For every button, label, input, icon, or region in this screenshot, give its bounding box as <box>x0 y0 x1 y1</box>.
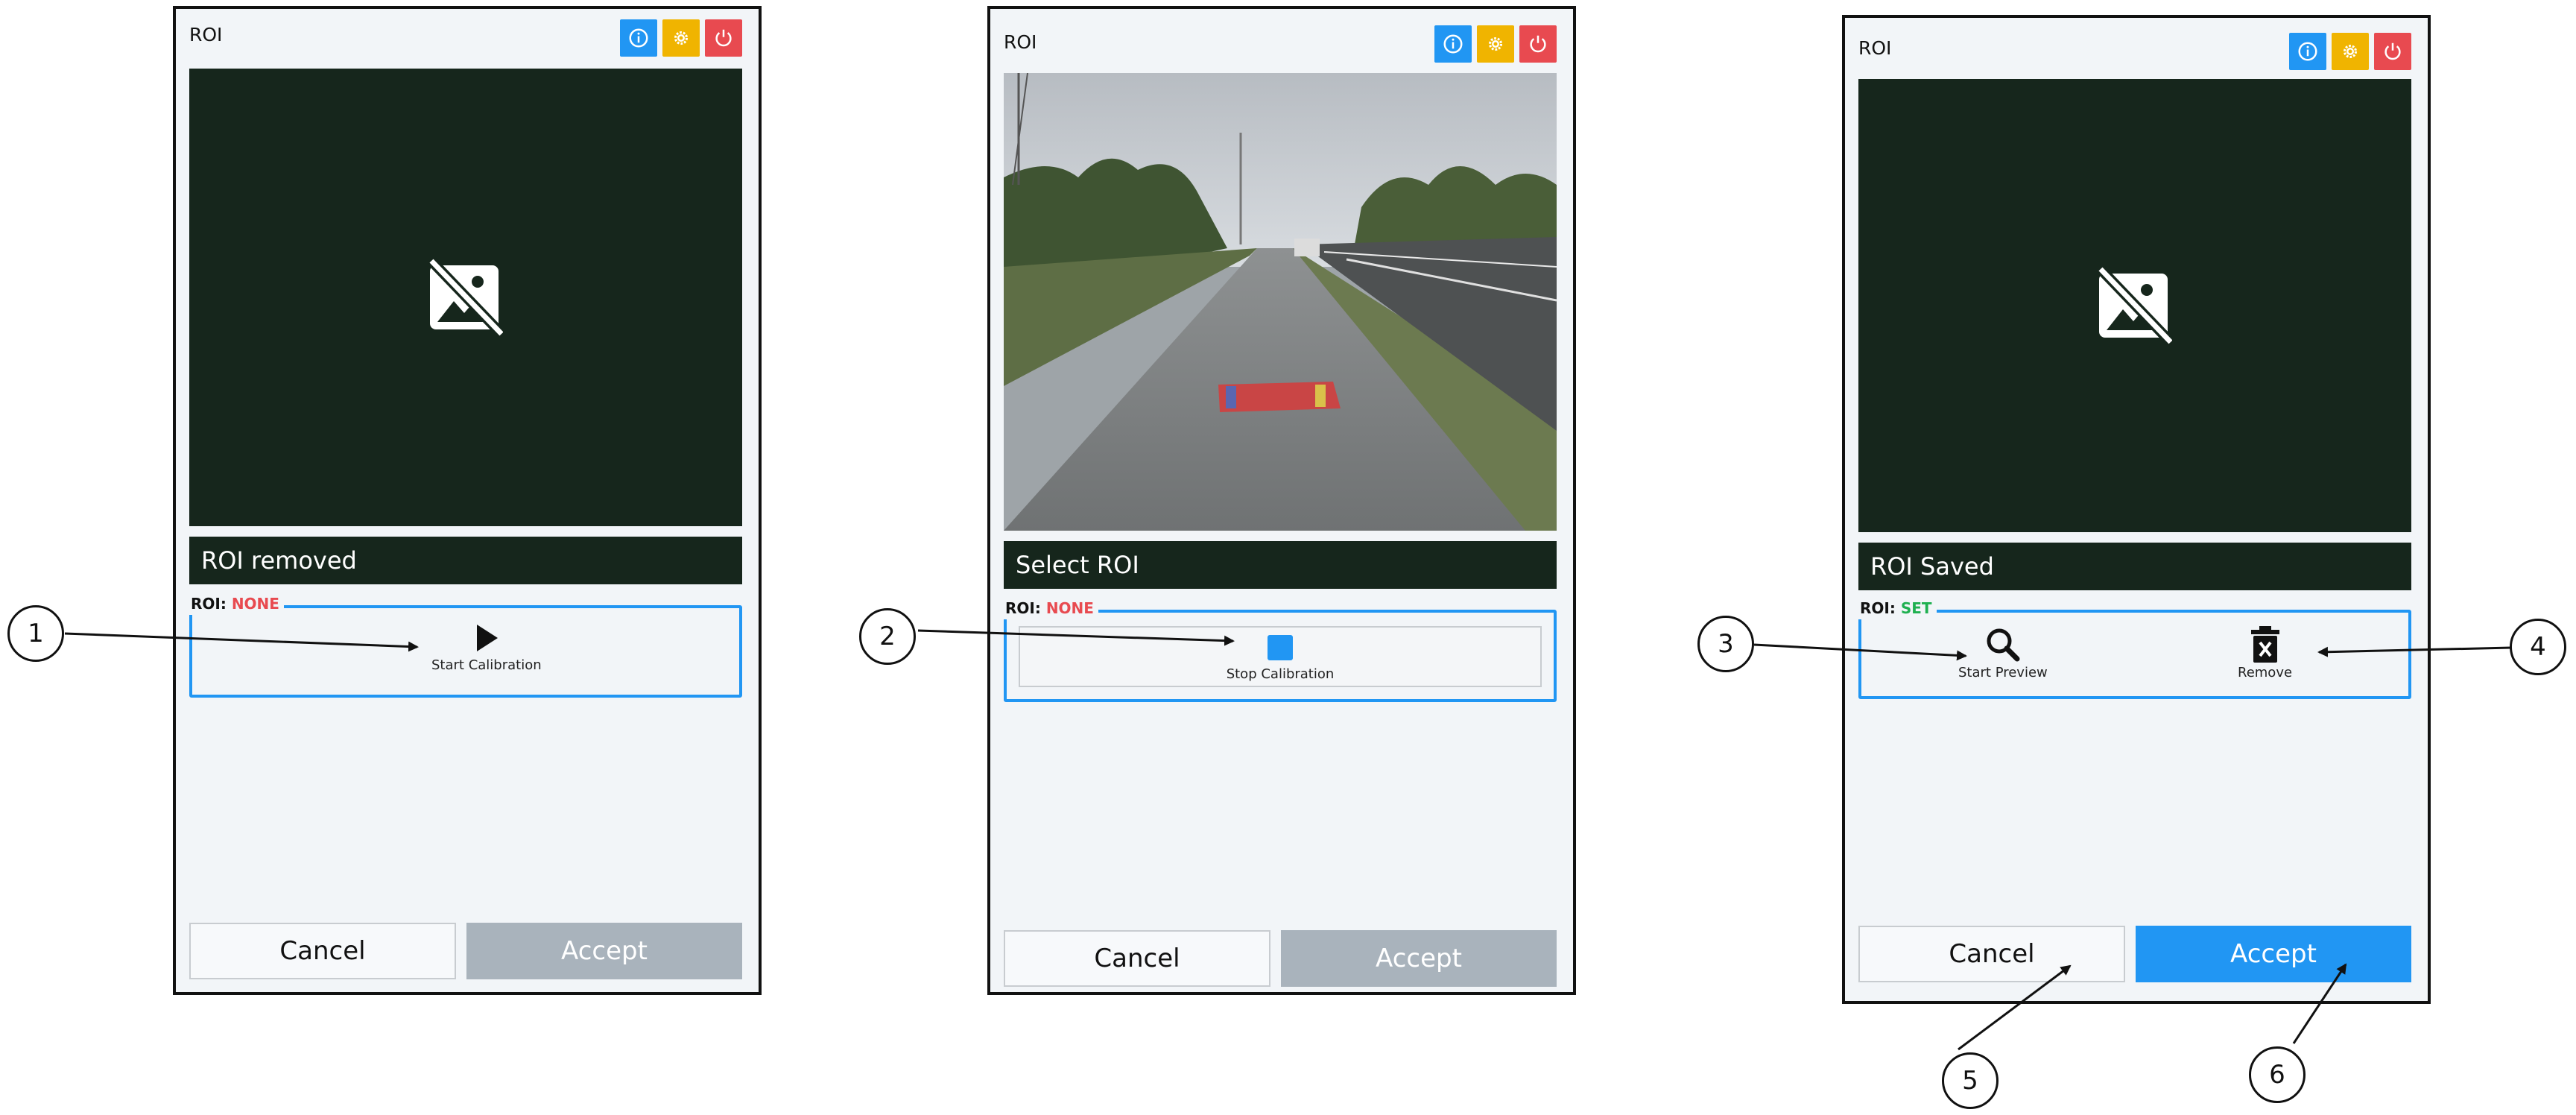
callout-3: 3 <box>1697 616 1754 672</box>
callout-1: 1 <box>7 605 64 662</box>
callout-arrow-6 <box>2292 963 2347 1044</box>
callout-arrow-3 <box>1753 643 1967 661</box>
callout-arrow-4 <box>2317 646 2512 657</box>
callout-6: 6 <box>2249 1046 2306 1103</box>
callout-arrows <box>64 629 2512 1051</box>
callout-arrow-2 <box>917 629 1235 646</box>
callout-4: 4 <box>2510 619 2566 675</box>
callout-5: 5 <box>1942 1052 1999 1109</box>
callout-arrow-1 <box>64 632 419 652</box>
callout-2: 2 <box>859 608 916 665</box>
callout-arrow-5 <box>1958 964 2072 1051</box>
